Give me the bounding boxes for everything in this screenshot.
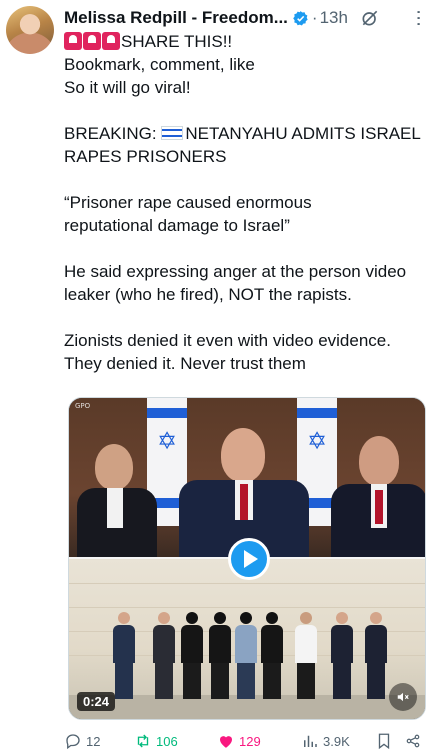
siren-emoji — [83, 32, 101, 50]
post-line: So it will go viral! — [64, 78, 191, 97]
figure — [331, 612, 353, 699]
author-avatar[interactable] — [6, 6, 54, 54]
person-right — [331, 432, 425, 558]
israel-flag-emoji — [161, 126, 184, 140]
views-icon — [304, 735, 317, 747]
like-icon — [220, 736, 232, 748]
post-line: “Prisoner rape caused enormous — [64, 193, 312, 212]
like-button[interactable]: 129 — [217, 732, 301, 750]
reply-count: 12 — [86, 733, 101, 749]
views-button[interactable]: 3.9K — [301, 732, 375, 750]
post-line: He said expressing anger at the person v… — [64, 262, 407, 281]
post-line: BREAKING: NETANYAHU ADMITS ISRAEL — [64, 122, 432, 145]
post-text: BREAKING: — [64, 124, 157, 143]
figure — [261, 612, 283, 699]
post-text: SHARE THIS!! — [121, 32, 233, 51]
reply-button[interactable]: 12 — [64, 732, 134, 750]
post-line: RAPES PRISONERS — [64, 147, 227, 166]
post-line: Zionists denied it even with video evide… — [64, 331, 391, 350]
verified-badge-icon — [293, 10, 308, 26]
post-line: SHARE THIS!! — [64, 30, 432, 53]
more-icon[interactable]: ⋯ — [408, 9, 430, 27]
grok-icon[interactable] — [360, 8, 380, 28]
post-line: leaker (who he fired), NOT the rapists. — [64, 285, 352, 304]
play-icon[interactable] — [228, 538, 270, 580]
figure — [209, 612, 231, 699]
figure — [113, 612, 135, 699]
video-duration: 0:24 — [77, 692, 116, 711]
watermark-text: GPO — [75, 402, 91, 410]
post-timestamp[interactable]: 13h — [320, 8, 348, 28]
siren-emoji — [64, 32, 82, 50]
author-name[interactable]: Melissa Redpill - Freedom... — [64, 8, 288, 28]
post-line: reputational damage to Israel” — [64, 216, 290, 235]
separator-dot: · — [311, 8, 318, 27]
figure — [181, 612, 203, 699]
post-line: Bookmark, comment, like — [64, 55, 255, 74]
volume-icon[interactable] — [389, 683, 417, 711]
reply-icon — [66, 734, 80, 750]
views-count: 3.9K — [323, 733, 350, 749]
video-frame-top: GPO ✡ ✡ — [69, 398, 425, 558]
bookmark-icon — [378, 733, 390, 750]
share-button[interactable] — [405, 732, 425, 750]
bookmark-button[interactable] — [375, 732, 405, 750]
figure — [365, 612, 387, 699]
share-icon — [406, 734, 420, 748]
repost-button[interactable]: 106 — [134, 732, 217, 750]
repost-icon — [137, 734, 149, 748]
figure — [295, 612, 317, 699]
post-body: SHARE THIS!! Bookmark, comment, like So … — [64, 30, 432, 375]
post-line: They denied it. Never trust them — [64, 354, 306, 373]
like-count: 129 — [239, 733, 261, 749]
person-left — [77, 438, 157, 558]
siren-emoji — [102, 32, 120, 50]
post-text: NETANYAHU ADMITS ISRAEL — [185, 124, 421, 143]
post-header: Melissa Redpill - Freedom... · 13h ⋯ — [64, 6, 430, 30]
action-bar: 12 106 129 3.9K — [64, 730, 428, 752]
figure — [153, 612, 175, 699]
video-frame-bottom — [69, 559, 425, 719]
video-player[interactable]: GPO ✡ ✡ 0:24 — [68, 397, 426, 720]
repost-count: 106 — [156, 733, 178, 749]
figure — [235, 612, 257, 699]
